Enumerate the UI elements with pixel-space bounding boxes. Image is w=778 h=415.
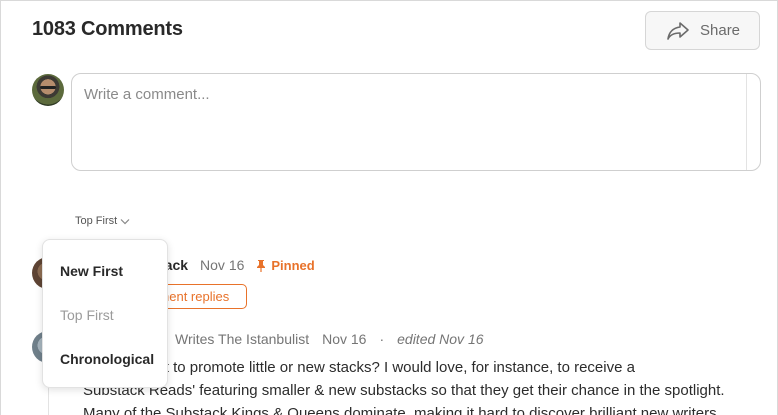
comments-count-title: 1083 Comments	[32, 18, 183, 40]
share-label: Share	[700, 22, 741, 39]
composer-scrollbar[interactable]	[746, 74, 760, 170]
comment-composer[interactable]	[71, 73, 761, 171]
comment-author-publication[interactable]: Writes The Istanbulist	[175, 331, 309, 347]
comment-line: e plans afoot to promote little or new s…	[83, 359, 635, 376]
sort-option-new-first[interactable]: New First	[60, 263, 123, 279]
comment-line: Substack Reads' featuring smaller & new …	[83, 382, 725, 399]
share-button[interactable]: Share	[645, 11, 760, 50]
comment-body: e plans afoot to promote little or new s…	[83, 356, 777, 415]
comment-date[interactable]: Nov 16	[322, 331, 366, 347]
comments-section: 1083 Comments Share Top First tack Nov 1…	[0, 0, 778, 415]
pinned-badge: Pinned	[256, 257, 315, 273]
share-arrow-icon	[667, 21, 689, 40]
sort-option-chronological[interactable]: Chronological	[60, 351, 154, 367]
sort-option-top-first[interactable]: Top First	[60, 307, 114, 323]
current-user-avatar	[32, 74, 64, 106]
comment-input[interactable]	[84, 86, 739, 161]
sort-dropdown-menu: New First Top First Chronological	[42, 239, 168, 388]
comment-line: Many of the Substack Kings & Queens domi…	[83, 405, 717, 415]
comment-header: tack Nov 16 Pinned	[160, 257, 315, 273]
edited-label: edited Nov 16	[397, 331, 484, 347]
pinned-label: Pinned	[271, 257, 315, 273]
chevron-down-icon	[120, 218, 130, 224]
pin-icon	[257, 259, 266, 272]
comment-header: Writes The Istanbulist Nov 16 · edited N…	[175, 331, 484, 347]
sort-dropdown-toggle[interactable]: Top First	[75, 215, 130, 227]
comment-date[interactable]: Nov 16	[200, 257, 244, 273]
sort-current-label: Top First	[75, 215, 118, 227]
separator-dot: ·	[379, 331, 385, 347]
